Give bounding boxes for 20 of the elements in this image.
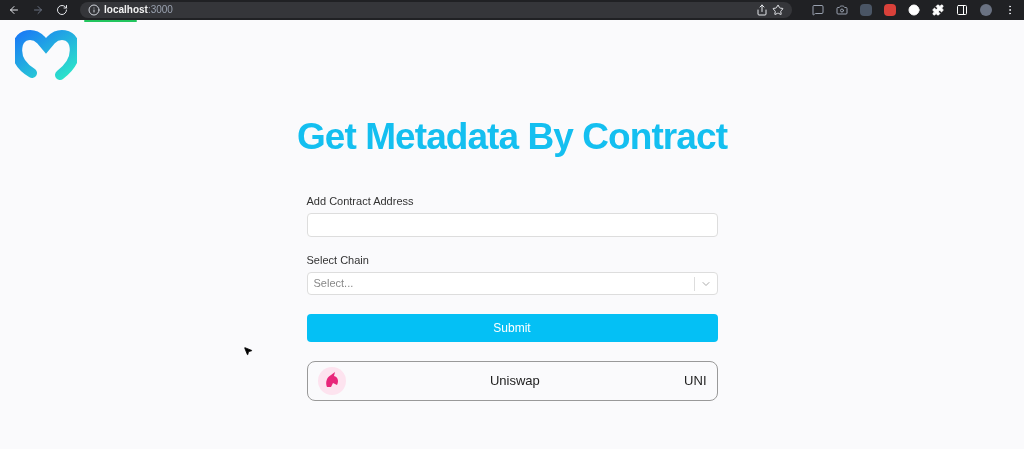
reload-icon[interactable]: [56, 4, 68, 16]
page-title: Get Metadata By Contract: [296, 118, 728, 155]
cursor-icon: [243, 346, 253, 356]
profile-avatar[interactable]: [980, 4, 992, 16]
puzzle-icon[interactable]: [932, 4, 944, 16]
field-label: Add Contract Address: [306, 196, 415, 207]
field-label: Select Chain: [306, 255, 370, 266]
side-panel-icon[interactable]: [956, 4, 968, 16]
submit-button[interactable]: Submit: [306, 314, 718, 342]
back-icon[interactable]: [8, 4, 20, 16]
share-icon[interactable]: [756, 4, 768, 16]
address-field[interactable]: [306, 213, 718, 237]
chain-select[interactable]: Select...: [306, 272, 718, 295]
token-symbol: UNI: [684, 372, 707, 391]
url-text: localhost:3000: [104, 5, 173, 15]
token-name: Uniswap: [488, 372, 541, 391]
info-icon[interactable]: [88, 4, 100, 16]
bookmark-star-icon[interactable]: [772, 4, 784, 16]
logo-icon: [15, 30, 77, 80]
camera-icon[interactable]: [836, 4, 848, 16]
